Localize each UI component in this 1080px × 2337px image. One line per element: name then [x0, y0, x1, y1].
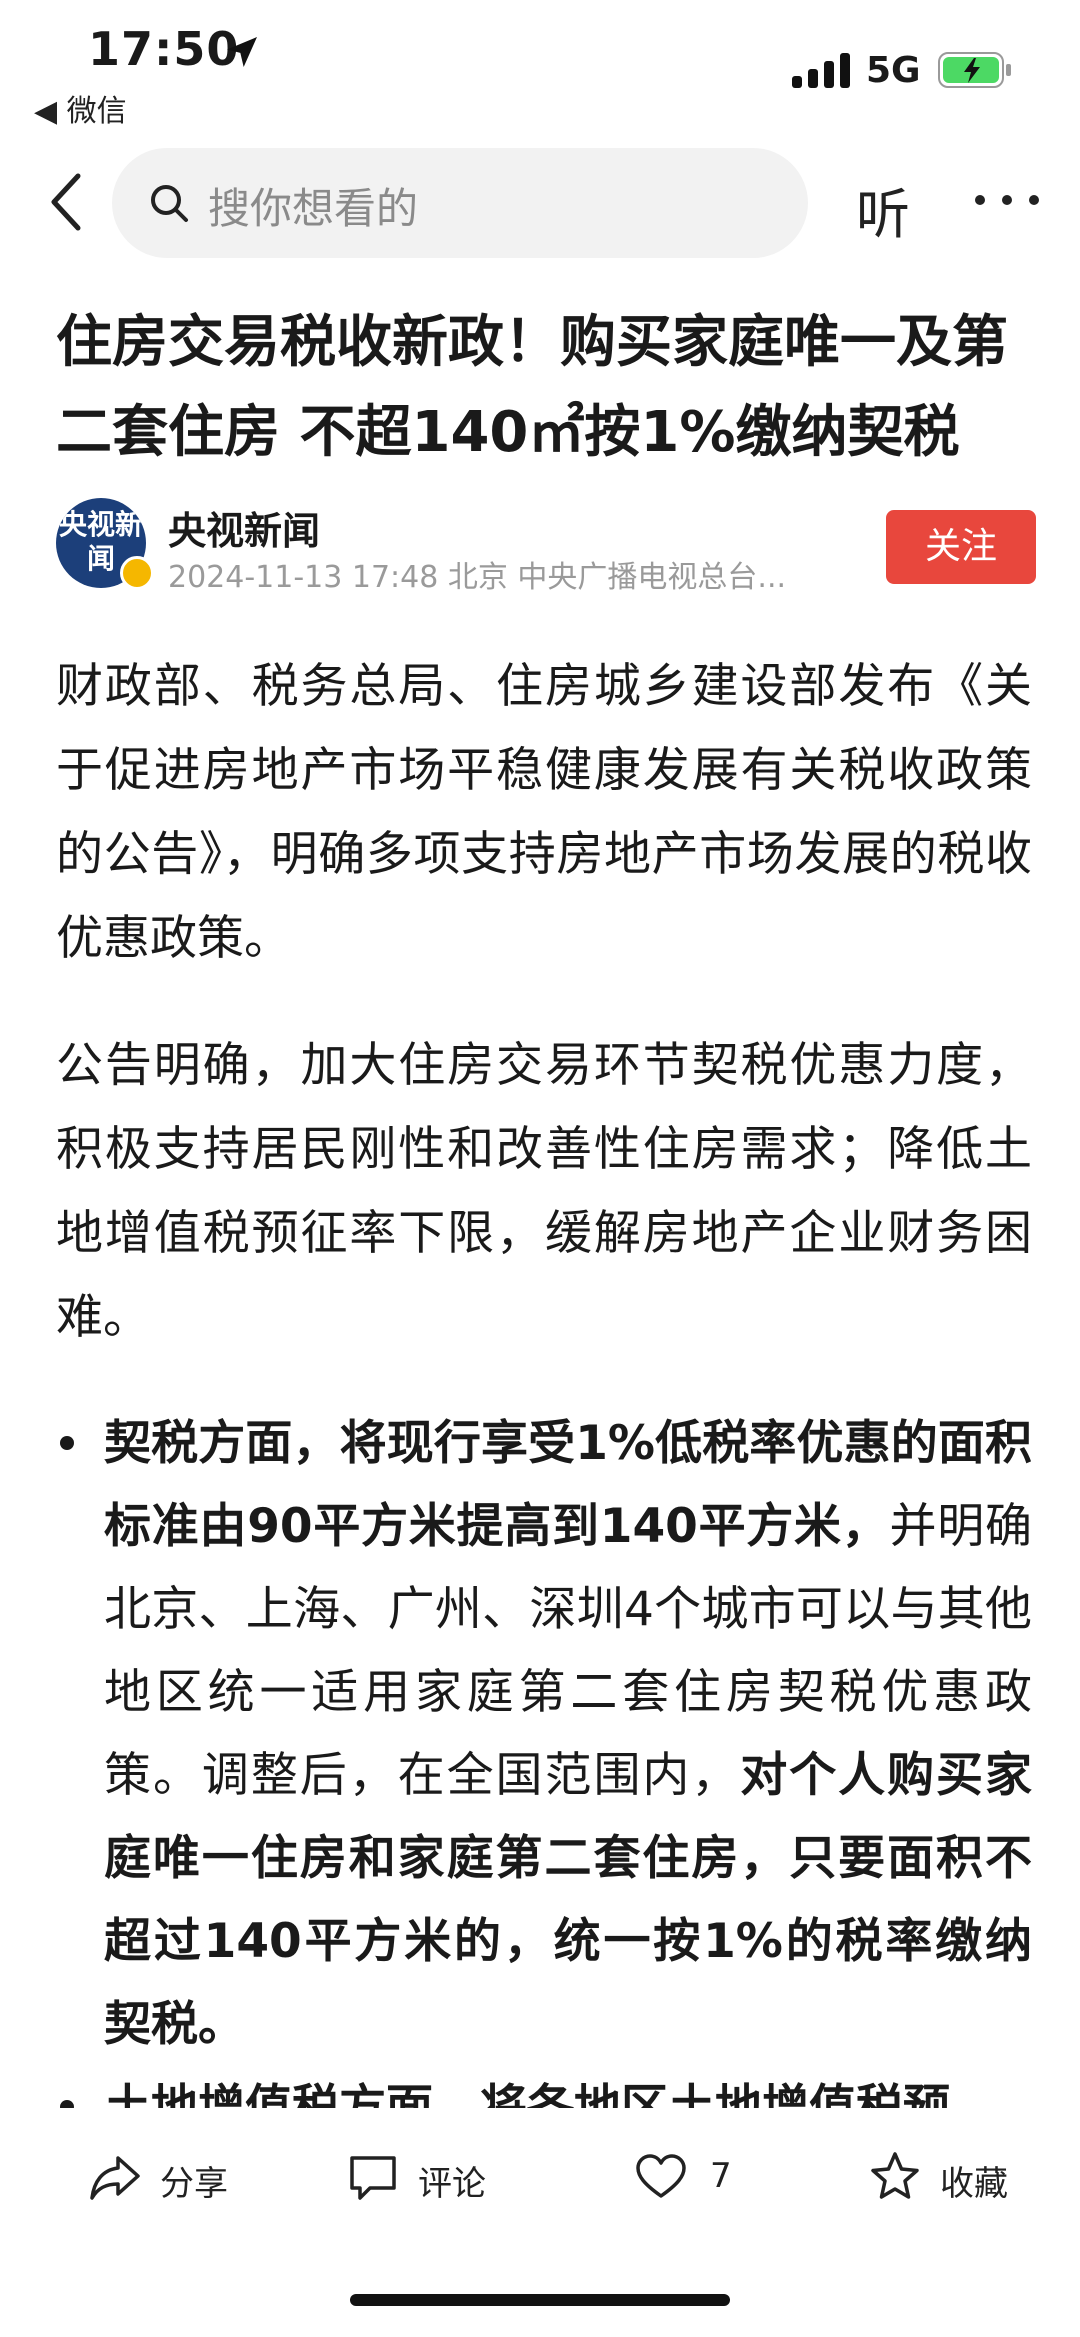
signal-icon [792, 53, 850, 88]
comment-icon [350, 2156, 396, 2200]
status-time: 17:50 [88, 22, 240, 76]
like-button[interactable]: 7 [634, 2150, 754, 2210]
bullet-list: 契税方面，将现行享受1%低税率优惠的面积标准由90平方米提高到140平方米，并明… [56, 1402, 1032, 2149]
search-placeholder: 搜你想看的 [208, 184, 419, 233]
share-icon [90, 2156, 140, 2200]
verified-badge-icon [120, 556, 154, 590]
comment-button[interactable]: 评论 [346, 2150, 506, 2210]
location-arrow-icon [227, 37, 257, 67]
article-title: 住房交易税收新政！购买家庭唯一及第二套住房 不超140㎡按1%缴纳契税 [56, 310, 1008, 465]
avatar[interactable]: 央视新闻 [56, 498, 156, 598]
share-label: 分享 [160, 2164, 228, 2204]
more-icon[interactable] [972, 190, 1042, 210]
top-nav: 搜你想看的 听 [0, 148, 1080, 258]
list-item: 契税方面，将现行享受1%低税率优惠的面积标准由90平方米提高到140平方米，并明… [56, 1402, 1032, 2066]
back-arrow-icon[interactable] [44, 170, 88, 234]
home-indicator[interactable] [350, 2294, 730, 2306]
favorite-button[interactable]: 收藏 [868, 2150, 1028, 2210]
heart-icon [636, 2154, 686, 2198]
paragraph: 公告明确，加大住房交易环节契税优惠力度，积极支持居民刚性和改善性住房需求；降低土… [56, 1038, 1032, 1345]
search-input[interactable]: 搜你想看的 [112, 148, 808, 258]
battery-icon [938, 52, 1011, 88]
back-to-wechat[interactable]: ◀ 微信 [34, 86, 127, 130]
like-count: 7 [710, 2156, 732, 2196]
author-name[interactable]: 央视新闻 [168, 500, 320, 555]
star-icon [871, 2152, 919, 2199]
status-bar: 17:50 ◀ 微信 5G [0, 0, 1080, 130]
search-icon [151, 185, 188, 222]
bottom-toolbar: 分享 评论 7 收藏 [0, 2108, 1080, 2258]
listen-button[interactable]: 听 [856, 170, 910, 249]
share-button[interactable]: 分享 [88, 2150, 248, 2210]
follow-button[interactable]: 关注 [886, 510, 1036, 584]
bullet-dot [60, 1436, 74, 1450]
paragraph: 财政部、税务总局、住房城乡建设部发布《关于促进房地产市场平稳健康发展有关税收政策… [56, 659, 1032, 966]
publish-meta: 2024-11-13 17:48 北京 中央广播电视总台... [168, 560, 787, 595]
author-row: 央视新闻 央视新闻 2024-11-13 17:48 北京 中央广播电视总台..… [56, 498, 1036, 598]
network-type: 5G [866, 50, 921, 91]
favorite-label: 收藏 [940, 2164, 1008, 2204]
comment-label: 评论 [418, 2164, 486, 2204]
